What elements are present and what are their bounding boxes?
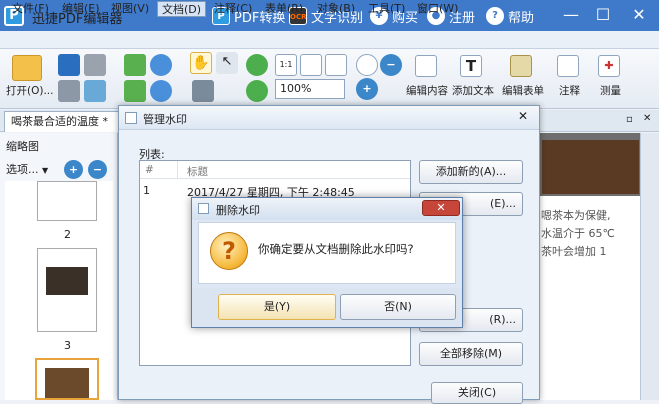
fit-page-icon[interactable] <box>300 54 322 76</box>
rotate-icon[interactable] <box>246 54 268 76</box>
thumbnail-image <box>46 267 88 295</box>
dialog-title: 管理水印 <box>143 113 187 126</box>
chevron-down-icon: ▼ <box>42 166 49 175</box>
menu-edit[interactable]: 编辑(E) <box>58 1 104 17</box>
edit-form-icon[interactable] <box>510 55 532 77</box>
restore-doc-icon[interactable]: ▫ <box>626 114 638 128</box>
open-folder-icon[interactable] <box>12 55 42 81</box>
zoom-select[interactable]: 100% <box>275 79 345 99</box>
help-icon: ? <box>486 7 504 25</box>
select-tool-icon[interactable]: ↖ <box>216 52 238 74</box>
vertical-scrollbar[interactable] <box>640 133 659 400</box>
help-button[interactable]: ? 帮助 <box>486 6 534 26</box>
zoom-out-icon[interactable]: − <box>380 54 402 76</box>
measure-icon[interactable]: ✚ <box>598 55 620 77</box>
yes-button[interactable]: 是(Y) <box>218 294 336 320</box>
row-number: 1 <box>143 184 150 197</box>
delete-watermark-dialog: 删除水印 ✕ ? 你确定要从文档删除此水印吗? 是(Y) 否(N) <box>191 197 463 328</box>
thumbnail-image <box>45 368 89 398</box>
menu-comment[interactable]: 注释(C) <box>210 1 256 17</box>
delete-dialog-close-icon[interactable]: ✕ <box>422 200 460 216</box>
remove-all-button[interactable]: 全部移除(M) <box>419 342 523 366</box>
thumbnail-page-number: 2 <box>64 228 71 241</box>
thumbnail-panel-title: 缩略图 <box>6 140 39 153</box>
dialog-close-icon[interactable]: ✕ <box>512 109 534 125</box>
no-button[interactable]: 否(N) <box>340 294 456 320</box>
snapshot-icon[interactable] <box>192 80 214 102</box>
add-text-icon[interactable]: T <box>460 55 482 77</box>
print-icon[interactable] <box>58 80 80 102</box>
close-button[interactable]: ✕ <box>628 4 650 26</box>
thumbnail-page-4[interactable] <box>35 358 99 400</box>
document-text-line: 水温介于 65℃ <box>541 227 615 240</box>
thumbnail-zoom-out-icon[interactable]: − <box>88 160 107 179</box>
add-new-button[interactable]: 添加新的(A)... <box>419 160 523 184</box>
help-label: 帮助 <box>508 10 535 26</box>
column-header-title[interactable]: 标题 <box>187 164 208 179</box>
menu-object[interactable]: 对象(B) <box>313 1 359 17</box>
document-tab-label: 喝茶最合适的温度 * <box>11 115 108 128</box>
menu-file[interactable]: 文件(F) <box>8 1 53 17</box>
page-export-icon[interactable] <box>124 80 146 102</box>
options-dropdown[interactable]: 选项... ▼ <box>6 161 48 177</box>
document-tab[interactable]: 喝茶最合适的温度 * ✕ <box>4 111 136 132</box>
dialog-app-icon <box>125 112 137 124</box>
delete-dialog-app-icon <box>198 203 209 214</box>
thumbnail-zoom-in-icon[interactable]: + <box>64 160 83 179</box>
menu-tools[interactable]: 工具(T) <box>364 1 409 17</box>
edit-content-label[interactable]: 编辑内容 <box>406 83 448 98</box>
minimize-button[interactable]: — <box>560 4 582 26</box>
page-icon[interactable] <box>124 54 146 76</box>
menu-window[interactable]: 窗口(W) <box>413 1 462 17</box>
close-dialog-button[interactable]: 关闭(C) <box>431 382 523 404</box>
document-image <box>542 140 639 194</box>
annotate-icon[interactable] <box>557 55 579 77</box>
actual-size-icon[interactable]: 1:1 <box>275 54 297 76</box>
fit-width-icon[interactable] <box>325 54 347 76</box>
menu-document[interactable]: 文档(D) <box>157 1 207 17</box>
zoom-tool-icon[interactable] <box>356 54 378 76</box>
annotate-label[interactable]: 注释 <box>559 83 580 98</box>
redo-icon[interactable] <box>150 80 172 102</box>
column-header-number[interactable]: # <box>145 164 154 176</box>
menu-view[interactable]: 视图(V) <box>107 1 153 17</box>
close-doc-icon[interactable]: ✕ <box>643 113 655 127</box>
thumbnail-page-number: 3 <box>64 339 71 352</box>
maximize-button[interactable]: ☐ <box>592 4 614 26</box>
document-text-line: 嗯茶本为保健, <box>541 209 611 222</box>
document-text-line: 茶叶会增加 1 <box>541 245 607 258</box>
menu-bar <box>0 31 659 49</box>
confirm-message: 你确定要从文档删除此水印吗? <box>258 242 414 256</box>
undo-icon[interactable] <box>150 54 172 76</box>
thumbnail-page-2[interactable] <box>37 181 97 221</box>
list-header <box>140 161 410 179</box>
refresh-icon[interactable] <box>246 80 268 102</box>
add-text-label[interactable]: 添加文本 <box>452 83 494 98</box>
thumbnail-page-3[interactable] <box>37 248 97 332</box>
open-label[interactable]: 打开(O)... <box>6 83 53 98</box>
edit-content-icon[interactable] <box>415 55 437 77</box>
edit-form-label[interactable]: 编辑表单 <box>502 83 544 98</box>
measure-label[interactable]: 测量 <box>600 83 621 98</box>
hand-tool-icon[interactable]: ✋ <box>190 52 212 74</box>
menu-form[interactable]: 表单(R) <box>261 1 307 17</box>
scan-icon[interactable] <box>84 54 106 76</box>
delete-dialog-title: 删除水印 <box>216 204 260 217</box>
column-divider <box>177 161 178 179</box>
options-label: 选项... <box>6 163 39 176</box>
email-icon[interactable] <box>84 80 106 102</box>
save-icon[interactable] <box>58 54 80 76</box>
zoom-in-icon[interactable]: + <box>356 78 378 100</box>
question-icon: ? <box>210 232 248 270</box>
